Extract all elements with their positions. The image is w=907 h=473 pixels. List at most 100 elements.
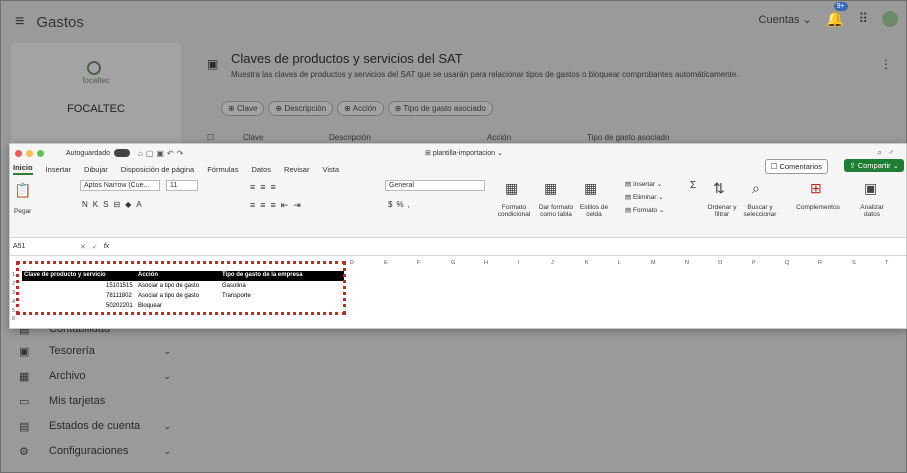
sidebar-item-tesoreria[interactable]: ▣ Tesorería ⌄ (19, 341, 179, 361)
col-header[interactable]: K (585, 260, 589, 268)
autosave-label: Autoguardado (66, 149, 110, 157)
sidebar-item-configuraciones[interactable]: ⚙ Configuraciones ⌄ (19, 441, 179, 461)
font-name-select[interactable]: Aptos Narrow (Cue... (80, 180, 160, 191)
close-window-button[interactable] (15, 149, 22, 157)
addins-label: Complementos (796, 204, 840, 211)
sum-icon[interactable]: Σ (690, 180, 696, 191)
conditional-format-label: Formato condicional (497, 204, 531, 218)
comments-button[interactable]: ☐ Comentarios (764, 159, 828, 174)
tab-disposicion[interactable]: Disposición de página (121, 165, 194, 174)
format-table-label: Dar formato como tabla (538, 204, 574, 218)
chip-clave[interactable]: ⊕ Clave (221, 101, 265, 116)
tab-dibujar[interactable]: Dibujar (84, 165, 108, 174)
search-icon[interactable]: ⌕♂ (878, 148, 900, 158)
menu-icon[interactable]: ≡ (15, 13, 24, 31)
row-number[interactable]: 5 (12, 308, 15, 314)
ribbon: 📋 Pegar Aptos Narrow (Cue... 11 NKS⊟◆A ≡… (10, 176, 906, 238)
chip-descripcion[interactable]: ⊕ Descripción (268, 101, 334, 116)
more-options-icon[interactable]: ⋮ (880, 57, 892, 71)
row-number[interactable]: 4 (12, 299, 15, 305)
row-number[interactable]: 1 (12, 272, 15, 278)
addins-icon[interactable]: ⊞ (810, 180, 822, 197)
find-icon[interactable]: ⌕ (752, 180, 760, 197)
row-number[interactable]: 2 (12, 281, 15, 287)
delete-button[interactable]: ▤ Eliminar ⌄ (625, 193, 664, 201)
filter-chips: ⊕ Clave ⊕ Descripción ⊕ Acción ⊕ Tipo de… (221, 101, 493, 116)
spreadsheet[interactable]: D E F G H I J K L M N O P Q R S T 1 2 3 … (10, 256, 906, 324)
font-style-buttons[interactable]: NKS⊟◆A (82, 200, 147, 209)
chip-tipo-gasto[interactable]: ⊕ Tipo de gasto asociado (387, 101, 493, 116)
fx-icon[interactable]: fx (104, 243, 109, 250)
tab-revisar[interactable]: Revisar (284, 165, 309, 174)
col-header[interactable]: J (551, 260, 554, 268)
notification-badge: 9+ (833, 2, 848, 11)
format-button[interactable]: ▤ Formato ⌄ (625, 206, 664, 214)
cell-styles-icon[interactable]: ▦ (584, 180, 597, 197)
col-header[interactable]: O (718, 260, 722, 268)
paste-icon[interactable]: 📋 (14, 182, 31, 199)
avatar[interactable] (882, 11, 898, 27)
col-header[interactable]: G (451, 260, 455, 268)
tab-formulas[interactable]: Fórmulas (207, 165, 238, 174)
maximize-window-button[interactable] (37, 149, 44, 157)
logo-text: focaltec (82, 76, 110, 85)
number-format-buttons[interactable]: $%, (388, 200, 414, 209)
gear-icon: ⚙ (19, 445, 29, 458)
tab-inicio[interactable]: Inicio (13, 163, 33, 175)
tab-insertar[interactable]: Insertar (46, 165, 71, 174)
row-number[interactable]: 3 (12, 290, 15, 296)
sort-filter-label: Ordenar y filtrar (707, 204, 737, 218)
chevron-down-icon: ⌄ (163, 345, 171, 356)
sidebar-item-estados-de-cuenta[interactable]: ▤ Estados de cuenta ⌄ (19, 416, 179, 436)
col-header[interactable]: S (852, 260, 856, 268)
card-icon: ▭ (19, 395, 30, 408)
row-number[interactable]: 6 (12, 316, 15, 322)
logo-icon (87, 61, 101, 75)
insert-button[interactable]: ▤ Insertar ⌄ (625, 180, 662, 188)
minimize-window-button[interactable] (26, 149, 33, 157)
col-header[interactable]: L (618, 260, 621, 268)
col-header[interactable]: P (752, 260, 756, 268)
format-table-icon[interactable]: ▦ (544, 180, 557, 197)
page-header-title: Gastos (36, 13, 84, 31)
bell-icon[interactable]: 🔔 9+ (826, 2, 848, 28)
col-header[interactable]: N (685, 260, 689, 268)
col-header[interactable]: D (350, 260, 354, 268)
col-header[interactable]: E (384, 260, 388, 268)
sidebar-item-mis-tarjetas[interactable]: ▭ Mis tarjetas (19, 391, 179, 411)
number-format-select[interactable]: General (385, 180, 485, 191)
col-header[interactable]: Q (785, 260, 789, 268)
top-bar: ≡ Gastos Cuentas ⌄ 🔔 9+ ⠿ (1, 1, 907, 43)
chevron-down-icon: ⌄ (163, 445, 171, 456)
sidebar-item-archivo[interactable]: ▦ Archivo ⌄ (19, 366, 179, 386)
col-header[interactable]: H (484, 260, 488, 268)
wallet-icon: ▣ (19, 345, 30, 358)
ribbon-tabs: Inicio Insertar Dibujar Disposición de p… (10, 159, 906, 176)
align-buttons-2[interactable]: ≡≡≡⇤⇥ (250, 200, 306, 211)
col-header[interactable]: M (651, 260, 656, 268)
font-size-select[interactable]: 11 (166, 180, 198, 191)
checkbox-icon[interactable]: ☐ (207, 133, 214, 142)
cuentas-dropdown[interactable]: Cuentas ⌄ (759, 13, 812, 26)
chip-accion[interactable]: ⊕ Acción (337, 101, 384, 116)
tab-vista[interactable]: Vista (322, 165, 339, 174)
conditional-format-icon[interactable]: ▦ (505, 180, 518, 197)
autosave-toggle[interactable] (113, 149, 130, 157)
col-header[interactable]: T (885, 260, 888, 268)
formula-bar: A51 ✕✓ fx (10, 238, 906, 256)
col-header[interactable]: F (417, 260, 420, 268)
tab-datos[interactable]: Datos (251, 165, 271, 174)
name-box[interactable]: A51 (10, 243, 60, 250)
sort-filter-icon[interactable]: ⇅ (713, 180, 725, 197)
chip-label: Acción (352, 104, 377, 113)
chevron-down-icon: ⌄ (163, 420, 171, 431)
quick-access-icons[interactable]: ⌂▢▣↶↷ (138, 149, 186, 158)
col-header-descripcion: Descripción (329, 133, 371, 142)
analyze-data-icon[interactable]: ▣ (864, 180, 877, 197)
share-button[interactable]: ⇪ Compartir ⌄ (844, 159, 904, 172)
align-buttons[interactable]: ≡≡≡ (250, 182, 281, 192)
col-header[interactable]: I (518, 260, 520, 268)
col-header-tipo: Tipo de gasto asociado (587, 133, 670, 142)
col-header[interactable]: R (818, 260, 822, 268)
apps-grid-icon[interactable]: ⠿ (858, 11, 868, 27)
